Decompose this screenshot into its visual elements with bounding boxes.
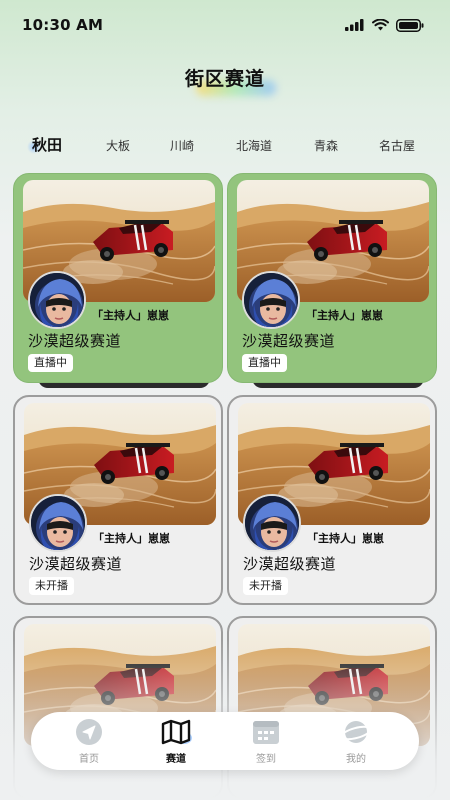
battery-icon — [396, 18, 424, 32]
avatar — [243, 494, 301, 552]
calendar-icon — [253, 721, 279, 744]
status-badge: 直播中 — [242, 354, 287, 372]
wifi-icon — [372, 19, 389, 31]
track-title: 沙漠超级赛道 — [242, 332, 336, 350]
host-name: 「主持人」崽崽 — [307, 532, 384, 545]
status-badge: 未开播 — [29, 577, 74, 595]
page-header: 街区赛道 — [0, 64, 450, 91]
avatar — [28, 271, 86, 329]
track-title: 沙漠超级赛道 — [28, 332, 122, 350]
nav-home[interactable]: 首页 — [54, 712, 124, 770]
nav-checkin[interactable]: 签到 — [231, 712, 301, 770]
tab-osaka[interactable]: 大板 — [106, 137, 130, 154]
signal-icon — [345, 19, 364, 31]
status-bar: 10:30 AM — [0, 0, 450, 50]
nav-label: 签到 — [256, 754, 276, 765]
track-card[interactable] — [13, 616, 223, 800]
avatar — [242, 271, 300, 329]
tab-aomori[interactable]: 青森 — [314, 137, 338, 154]
nav-profile[interactable]: 我的 — [321, 712, 391, 770]
bottom-tab-bar: 首页 赛道 签到 我的 — [31, 712, 419, 770]
tab-kawasaki[interactable]: 川崎 — [170, 137, 194, 154]
track-card[interactable] — [227, 616, 437, 800]
status-time: 10:30 AM — [22, 16, 104, 34]
track-title: 沙漠超级赛道 — [29, 555, 123, 573]
tab-hokkaido[interactable]: 北海道 — [236, 137, 272, 154]
host-name: 「主持人」崽崽 — [306, 309, 383, 322]
nav-label: 赛道 — [166, 754, 186, 765]
planet-icon — [340, 721, 372, 743]
host-name: 「主持人」崽崽 — [92, 309, 169, 322]
nav-label: 我的 — [346, 754, 366, 765]
tab-nagoya[interactable]: 名古屋 — [379, 137, 415, 154]
status-icons — [345, 18, 424, 32]
send-icon — [76, 719, 102, 745]
host-name: 「主持人」崽崽 — [93, 532, 170, 545]
nav-tracks[interactable]: 赛道 — [141, 712, 211, 770]
avatar — [29, 494, 87, 552]
status-badge: 直播中 — [28, 354, 73, 372]
page-title: 街区赛道 — [184, 68, 265, 90]
map-icon — [161, 719, 192, 745]
tab-akita[interactable]: 秋田 — [32, 134, 62, 155]
track-card[interactable]: 「主持人」崽崽 沙漠超级赛道 直播中 — [227, 173, 437, 383]
track-card[interactable]: 「主持人」崽崽 沙漠超级赛道 未开播 — [227, 395, 437, 605]
status-badge: 未开播 — [243, 577, 288, 595]
track-card[interactable]: 「主持人」崽崽 沙漠超级赛道 直播中 — [13, 173, 223, 383]
track-card[interactable]: 「主持人」崽崽 沙漠超级赛道 未开播 — [13, 395, 223, 605]
track-title: 沙漠超级赛道 — [243, 555, 337, 573]
nav-label: 首页 — [79, 754, 99, 765]
region-tabs: 秋田 大板 川崎 北海道 青森 名古屋 — [0, 130, 450, 158]
